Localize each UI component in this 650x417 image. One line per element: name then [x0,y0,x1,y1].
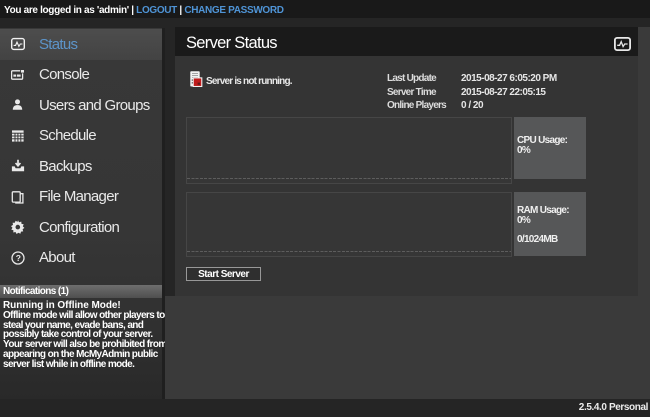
svg-text:?: ? [16,253,21,263]
